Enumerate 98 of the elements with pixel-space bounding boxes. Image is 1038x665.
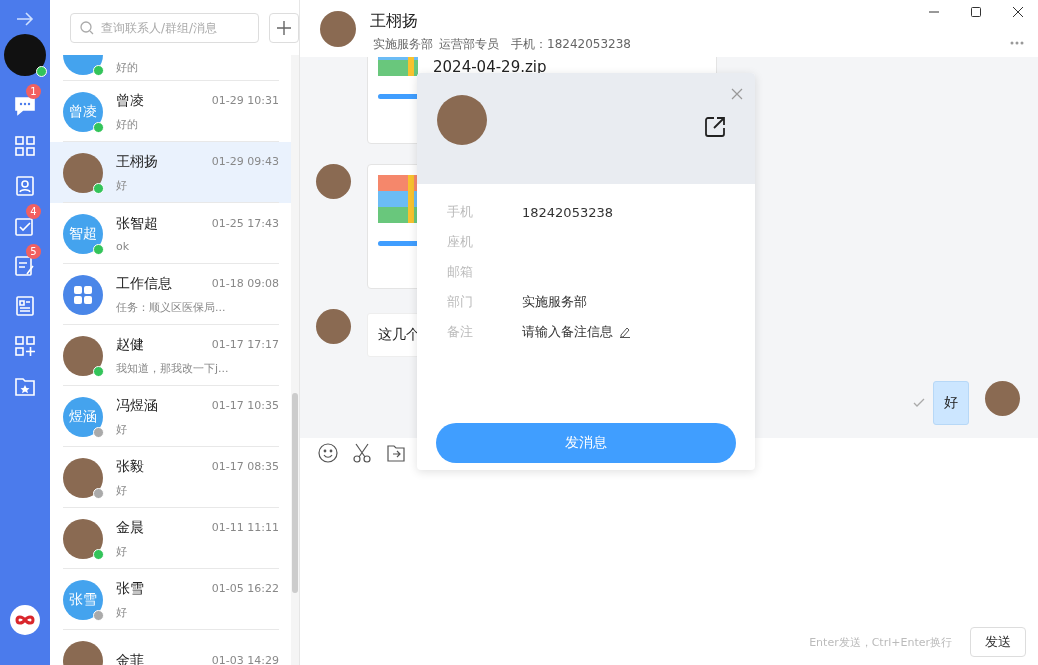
- avatar: 曾凌: [63, 91, 103, 132]
- emoji-icon[interactable]: [318, 443, 338, 463]
- scrollbar-thumb[interactable]: [292, 393, 298, 593]
- message-preview: ok: [116, 239, 131, 253]
- contact-name: 王栩扬: [116, 152, 158, 171]
- message-time: 01-03 14:29: [211, 654, 279, 665]
- news-icon[interactable]: [14, 295, 36, 317]
- avatar-photo: [316, 309, 351, 344]
- avatar-photo: [320, 10, 356, 47]
- share-icon[interactable]: [704, 116, 726, 138]
- avatar-photo: [63, 457, 103, 498]
- grid-icon: [73, 284, 93, 305]
- field-label: 部门: [447, 293, 474, 311]
- unread-badge: 1: [26, 84, 41, 99]
- job-title: 运营部专员: [439, 35, 499, 53]
- message-preview: 好: [116, 543, 128, 559]
- tasks-icon[interactable]: [14, 215, 36, 237]
- contact-name: 赵健: [116, 335, 144, 354]
- unread-badge: 5: [26, 244, 41, 259]
- message-preview: 任务：顺义区医保局...: [116, 299, 227, 315]
- infinity-logo-icon[interactable]: [10, 605, 40, 635]
- remark-placeholder[interactable]: 请输入备注信息: [522, 323, 613, 341]
- message-time: 01-11 11:11: [211, 521, 279, 534]
- field-label: 备注: [447, 323, 474, 341]
- department: 实施服务部: [373, 35, 433, 53]
- contact-name: 张雪: [116, 579, 144, 598]
- avatar-photo: [437, 94, 487, 145]
- pencil-icon[interactable]: [619, 326, 631, 338]
- message-time: 01-18 09:08: [211, 277, 279, 290]
- message-bubble: 好: [933, 381, 969, 425]
- maximize-icon[interactable]: [970, 6, 982, 18]
- file-name: 2024-04-29.zip: [433, 58, 547, 76]
- shortcut-hint: Enter发送，Ctrl+Enter换行: [809, 634, 952, 650]
- conversation-item[interactable]: 张雪 张雪 01-05 16:22 好: [50, 569, 291, 630]
- contacts-icon[interactable]: [14, 175, 36, 197]
- message-preview: 好: [116, 177, 128, 193]
- contact-name: 冯煜涵: [116, 396, 158, 415]
- message-time: 01-05 16:22: [211, 582, 279, 595]
- conversation-item[interactable]: 智超 张智超 01-25 17:43 ok: [50, 203, 291, 264]
- scissors-icon[interactable]: [352, 443, 372, 463]
- message-preview: 好的: [116, 116, 139, 132]
- field-label: 手机: [447, 203, 474, 221]
- conversation-item[interactable]: 好的: [50, 55, 291, 81]
- more-icon[interactable]: [1010, 41, 1024, 45]
- search-icon: [80, 20, 94, 35]
- conversation-item[interactable]: 煜涵 冯煜涵 01-17 10:35 好: [50, 386, 291, 447]
- message-time: 01-25 17:43: [211, 217, 279, 230]
- field-label: 座机: [447, 233, 474, 251]
- field-value: 实施服务部: [522, 293, 587, 311]
- contact-name: 金晨: [116, 518, 144, 537]
- conversation-item[interactable]: 金晨 01-11 11:11 好: [50, 508, 291, 569]
- user-avatar[interactable]: [4, 34, 46, 76]
- chat-icon[interactable]: [14, 95, 36, 117]
- message-preview: 好: [116, 482, 128, 498]
- message-preview: 我知道，那我改一下j...: [116, 360, 230, 376]
- message-time: 01-17 17:17: [211, 338, 279, 351]
- conversation-item[interactable]: 张毅 01-17 08:35 好: [50, 447, 291, 508]
- add-button[interactable]: [269, 12, 299, 43]
- avatar-photo: [316, 164, 351, 199]
- contact-name: 张智超: [116, 214, 158, 233]
- avatar-photo: [985, 381, 1020, 416]
- send-button[interactable]: 发送: [970, 627, 1026, 657]
- conversation-item[interactable]: 赵健 01-17 17:17 我知道，那我改一下j...: [50, 325, 291, 386]
- avatar: [63, 55, 103, 75]
- favorites-icon[interactable]: [14, 375, 36, 397]
- notes-icon[interactable]: [14, 255, 36, 277]
- field-label: 邮箱: [447, 263, 474, 281]
- avatar: 张雪: [63, 579, 103, 620]
- avatar: 煜涵: [63, 396, 103, 437]
- contact-name: 曾凌: [116, 91, 144, 110]
- contact-name: 张毅: [116, 457, 144, 476]
- avatar-photo: [63, 518, 103, 559]
- message-time: 01-17 08:35: [211, 460, 279, 473]
- archive-file-icon: [378, 175, 418, 223]
- message-preview: 好: [116, 421, 128, 437]
- avatar-photo: [63, 152, 103, 193]
- arrow-right-icon[interactable]: [16, 12, 34, 26]
- apps-icon[interactable]: [14, 135, 36, 157]
- message-preview: 好: [116, 604, 128, 620]
- avatar: 智超: [63, 213, 103, 254]
- message-time: 01-29 09:43: [211, 155, 279, 168]
- conversation-item[interactable]: 王栩扬 01-29 09:43 好: [50, 142, 291, 203]
- contact-name: 王栩扬: [370, 10, 419, 32]
- contact-name: 工作信息: [116, 274, 172, 293]
- close-icon[interactable]: [1012, 6, 1024, 18]
- plus-icon: [277, 20, 291, 35]
- search-field[interactable]: 查询联系人/群组/消息: [70, 12, 259, 43]
- unread-badge: 4: [26, 204, 41, 219]
- avatar-photo: [63, 335, 103, 376]
- message-time: 01-29 10:31: [211, 94, 279, 107]
- phone-number: 手机：18242053238: [511, 35, 631, 53]
- message-preview: 好的: [116, 60, 139, 75]
- folder-arrow-icon[interactable]: [386, 443, 406, 463]
- conversation-item[interactable]: 曾凌 曾凌 01-29 10:31 好的: [50, 81, 291, 142]
- conversation-item[interactable]: 工作信息 01-18 09:08 任务：顺义区医保局...: [50, 264, 291, 325]
- add-app-icon[interactable]: [14, 335, 36, 357]
- field-value: 18242053238: [522, 204, 613, 220]
- message-time: 01-17 10:35: [211, 399, 279, 412]
